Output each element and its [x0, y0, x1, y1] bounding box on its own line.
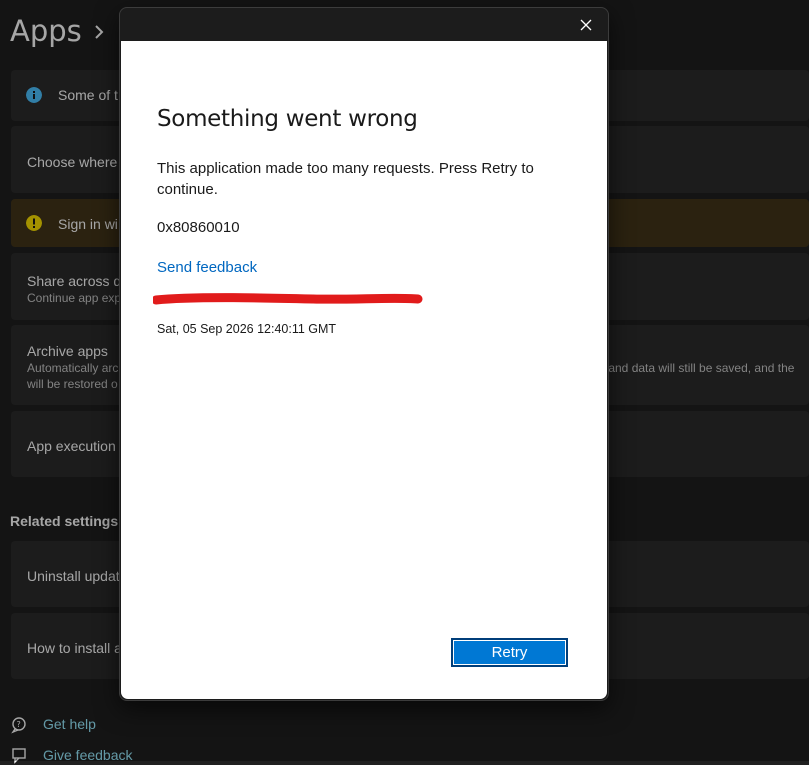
- close-icon: [580, 19, 592, 31]
- retry-button[interactable]: Retry: [451, 638, 568, 667]
- close-button[interactable]: [574, 14, 598, 36]
- dialog-titlebar: [120, 8, 608, 40]
- redaction-mark: [153, 293, 423, 305]
- error-dialog: Something went wrong This application ma…: [119, 7, 609, 701]
- error-message: This application made too many requests.…: [157, 160, 534, 198]
- timestamp: Sat, 05 Sep 2026 12:40:11 GMT: [157, 322, 337, 336]
- send-feedback-link[interactable]: Send feedback: [157, 259, 257, 276]
- dialog-title: Something went wrong: [157, 106, 418, 132]
- dialog-content: Something went wrong This application ma…: [121, 41, 607, 699]
- error-code: 0x80860010: [157, 219, 240, 236]
